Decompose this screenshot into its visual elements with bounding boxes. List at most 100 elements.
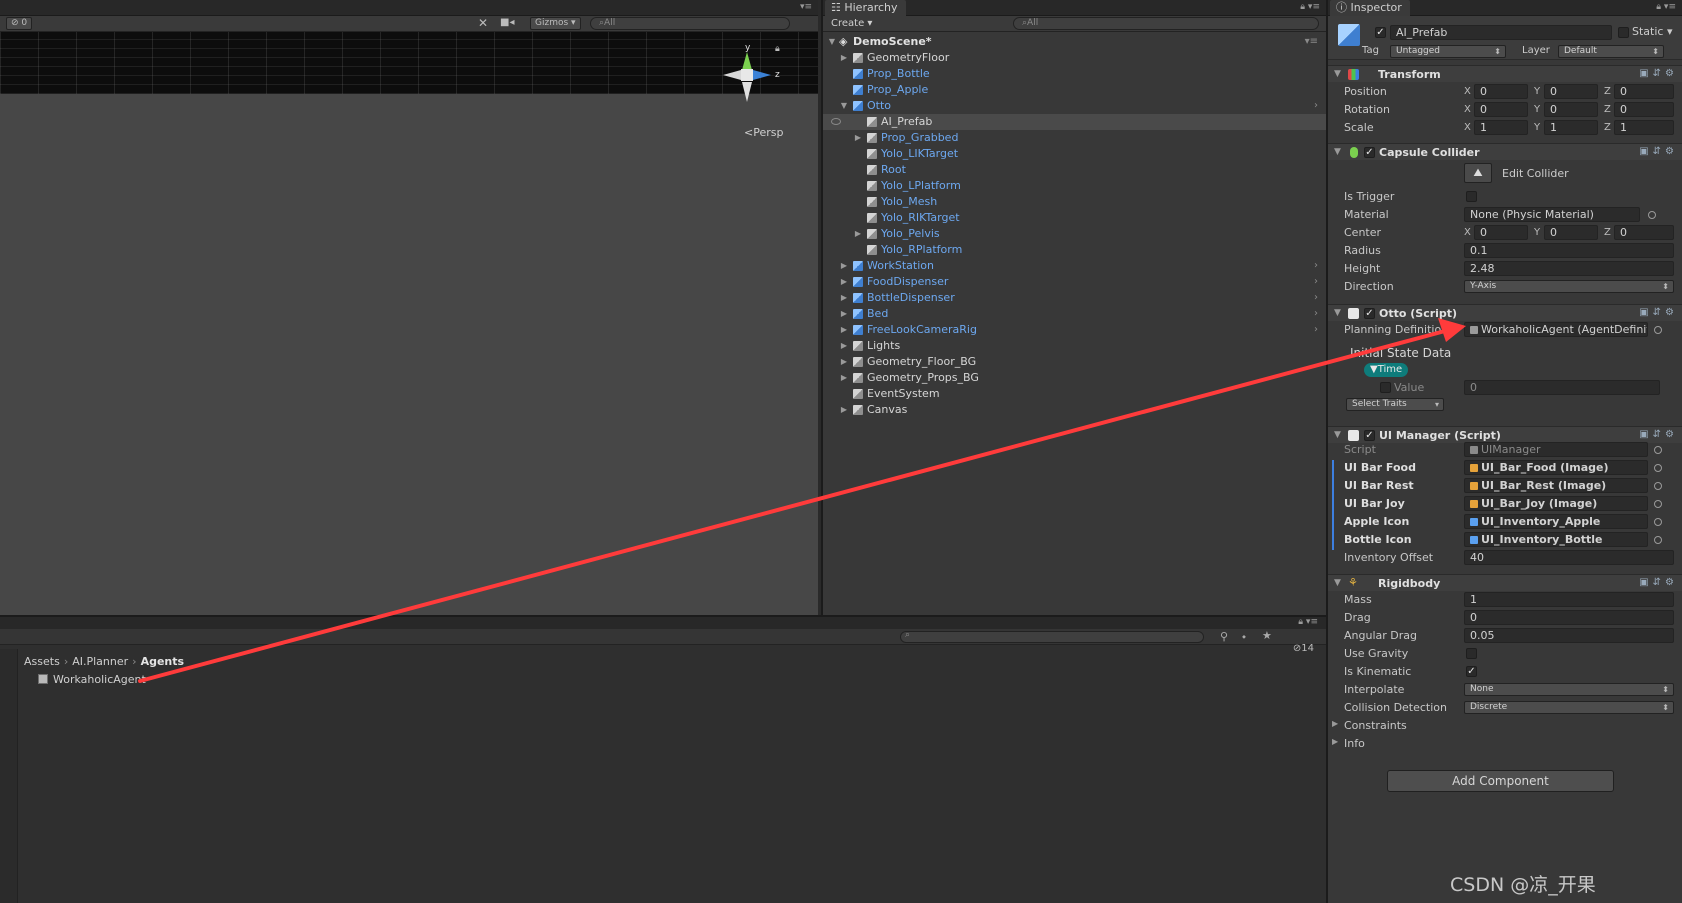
z-axis-cone[interactable] [753, 70, 771, 80]
constraints-foldout[interactable]: Constraints [1344, 719, 1407, 732]
uimanager-enabled-checkbox[interactable]: ✓ [1364, 430, 1375, 441]
hierarchy-item-otto[interactable]: ▼ Otto › [823, 98, 1326, 114]
capsule-enabled-checkbox[interactable]: ✓ [1364, 147, 1375, 158]
persp-label[interactable]: <Persp [744, 126, 783, 139]
collapsed-arrow-icon[interactable]: ▶ [839, 370, 849, 386]
use-gravity-checkbox[interactable] [1466, 648, 1477, 659]
collapsed-arrow-icon[interactable]: ▶ [839, 50, 849, 66]
object-picker-icon[interactable] [1654, 536, 1662, 544]
hierarchy-item-yolo-riktarget[interactable]: Yolo_RIKTarget [823, 210, 1326, 226]
hierarchy-item-eventsystem[interactable]: EventSystem [823, 386, 1326, 402]
scene-canvas[interactable]: y z 🔒︎ <Persp [0, 32, 818, 615]
scale-x-field[interactable]: 1 [1474, 120, 1528, 135]
planning-definition-field[interactable]: WorkaholicAgent (AgentDefinit [1464, 322, 1648, 337]
collapsed-arrow-icon[interactable]: ▶ [839, 306, 849, 322]
value-checkbox[interactable] [1380, 382, 1391, 393]
otto-enabled-checkbox[interactable]: ✓ [1364, 308, 1375, 319]
component-tools-icon[interactable]: ▣⇵⚙ [1639, 146, 1678, 157]
hierarchy-item-lights[interactable]: ▶ Lights [823, 338, 1326, 354]
collapsed-arrow-icon[interactable]: ▶ [1332, 719, 1338, 728]
hidden-packages-count[interactable]: ⊘14 [1293, 643, 1314, 654]
bottle-icon-field[interactable]: UI_Inventory_Bottle [1464, 532, 1648, 547]
create-dropdown[interactable]: Create ▾ [831, 17, 872, 31]
hierarchy-item-geometryfloor[interactable]: ▶ GeometryFloor [823, 50, 1326, 66]
breadcrumb-ai-planner[interactable]: AI.Planner [72, 655, 128, 668]
scene-menu-icon[interactable]: ▾≡ [1305, 34, 1318, 50]
expand-arrow-icon[interactable]: ▼ [1334, 430, 1341, 440]
center-x-field[interactable]: 0 [1474, 225, 1528, 240]
gizmos-dropdown[interactable]: Gizmos ▾ [530, 17, 581, 30]
asset-workaholicagent[interactable]: WorkaholicAgent [38, 673, 146, 686]
collapsed-arrow-icon[interactable]: ▶ [853, 226, 863, 242]
object-picker-icon[interactable] [1654, 500, 1662, 508]
hierarchy-item-bed[interactable]: ▶ Bed › [823, 306, 1326, 322]
chevron-right-icon[interactable]: › [1314, 98, 1318, 114]
hierarchy-search-input[interactable]: ⌕All [1013, 17, 1319, 30]
chevron-right-icon[interactable]: › [1314, 290, 1318, 306]
project-search-input[interactable]: ⌕ [900, 630, 1204, 643]
object-picker-icon[interactable] [1654, 518, 1662, 526]
mass-field[interactable]: 1 [1464, 592, 1674, 607]
collapsed-arrow-icon[interactable]: ▶ [839, 258, 849, 274]
hierarchy-item-prop-grabbed[interactable]: ▶ Prop_Grabbed [823, 130, 1326, 146]
ui-manager-header[interactable]: ▼ ✓ UI Manager (Script) ▣⇵⚙ [1328, 426, 1682, 443]
collapsed-arrow-icon[interactable]: ▶ [839, 290, 849, 306]
neg-y-axis-cone[interactable] [742, 82, 752, 102]
collapsed-arrow-icon[interactable]: ▶ [1332, 737, 1338, 746]
project-menu-icon[interactable]: 🔒︎ ▾≡ [1298, 617, 1318, 627]
collision-detection-dropdown[interactable]: Discrete ⬍ [1464, 701, 1674, 714]
breadcrumb-agents[interactable]: Agents [141, 655, 184, 668]
position-z-field[interactable]: 0 [1614, 84, 1674, 99]
collapsed-arrow-icon[interactable]: ▶ [839, 322, 849, 338]
object-picker-icon[interactable] [1648, 211, 1656, 219]
inspector-menu-icon[interactable]: 🔒︎ ▾≡ [1656, 2, 1676, 12]
component-tools-icon[interactable]: ▣⇵⚙ [1639, 577, 1678, 588]
add-component-button[interactable]: Add Component [1387, 770, 1614, 792]
scene-menu-icon[interactable]: ▾≡ [800, 2, 812, 12]
gizmo-center[interactable] [741, 69, 753, 81]
expand-arrow-icon[interactable]: ▼ [1334, 578, 1341, 588]
hierarchy-item-root[interactable]: Root [823, 162, 1326, 178]
tools-icon[interactable]: ✕ [478, 16, 488, 30]
material-field[interactable]: None (Physic Material) [1464, 207, 1640, 222]
radius-field[interactable]: 0.1 [1464, 243, 1674, 258]
angular-drag-field[interactable]: 0.05 [1464, 628, 1674, 643]
select-traits-dropdown[interactable]: Select Traits ▾ [1346, 398, 1444, 411]
rotation-x-field[interactable]: 0 [1474, 102, 1528, 117]
otto-script-header[interactable]: ▼ ✓ Otto (Script) ▣⇵⚙ [1328, 304, 1682, 321]
static-checkbox[interactable] [1618, 27, 1629, 38]
value-field[interactable]: 0 [1464, 380, 1660, 395]
object-picker-icon[interactable] [1654, 464, 1662, 472]
chevron-right-icon[interactable]: › [1314, 322, 1318, 338]
breadcrumb-assets[interactable]: Assets [24, 655, 60, 668]
inventory-offset-field[interactable]: 40 [1464, 550, 1674, 565]
is-trigger-checkbox[interactable] [1466, 191, 1477, 202]
chevron-right-icon[interactable]: › [1314, 258, 1318, 274]
capsule-collider-header[interactable]: ▼ ✓ Capsule Collider ▣⇵⚙ [1328, 143, 1682, 160]
drag-field[interactable]: 0 [1464, 610, 1674, 625]
position-x-field[interactable]: 0 [1474, 84, 1528, 99]
center-y-field[interactable]: 0 [1544, 225, 1598, 240]
scene-search-input[interactable]: ⌕All [590, 17, 790, 30]
lock-icon[interactable]: 🔒︎ [775, 44, 780, 54]
scene-root-row[interactable]: ▼ ◈ DemoScene* ▾≡ [823, 34, 1326, 50]
interpolate-dropdown[interactable]: None ⬍ [1464, 683, 1674, 696]
hierarchy-item-prop-bottle[interactable]: Prop_Bottle [823, 66, 1326, 82]
scale-y-field[interactable]: 1 [1544, 120, 1598, 135]
hierarchy-item-freelookcamerarig[interactable]: ▶ FreeLookCameraRig › [823, 322, 1326, 338]
scale-z-field[interactable]: 1 [1614, 120, 1674, 135]
hierarchy-item-yolo-pelvis[interactable]: ▶ Yolo_Pelvis [823, 226, 1326, 242]
filter-by-type-icon[interactable]: ⚲ [1220, 630, 1228, 643]
x-axis-cone[interactable] [723, 70, 741, 80]
collapsed-arrow-icon[interactable]: ▶ [839, 354, 849, 370]
hierarchy-menu-icon[interactable]: 🔒︎ ▾≡ [1300, 2, 1320, 12]
hierarchy-item-yolo-mesh[interactable]: Yolo_Mesh [823, 194, 1326, 210]
expand-arrow-icon[interactable]: ▼ [839, 98, 849, 114]
center-z-field[interactable]: 0 [1614, 225, 1674, 240]
info-foldout[interactable]: Info [1344, 737, 1365, 750]
chevron-right-icon[interactable]: › [1314, 306, 1318, 322]
direction-dropdown[interactable]: Y-Axis ⬍ [1464, 280, 1674, 293]
hierarchy-item-bottledispenser[interactable]: ▶ BottleDispenser › [823, 290, 1326, 306]
ui-bar-joy-field[interactable]: UI_Bar_Joy (Image) [1464, 496, 1648, 511]
height-field[interactable]: 2.48 [1464, 261, 1674, 276]
